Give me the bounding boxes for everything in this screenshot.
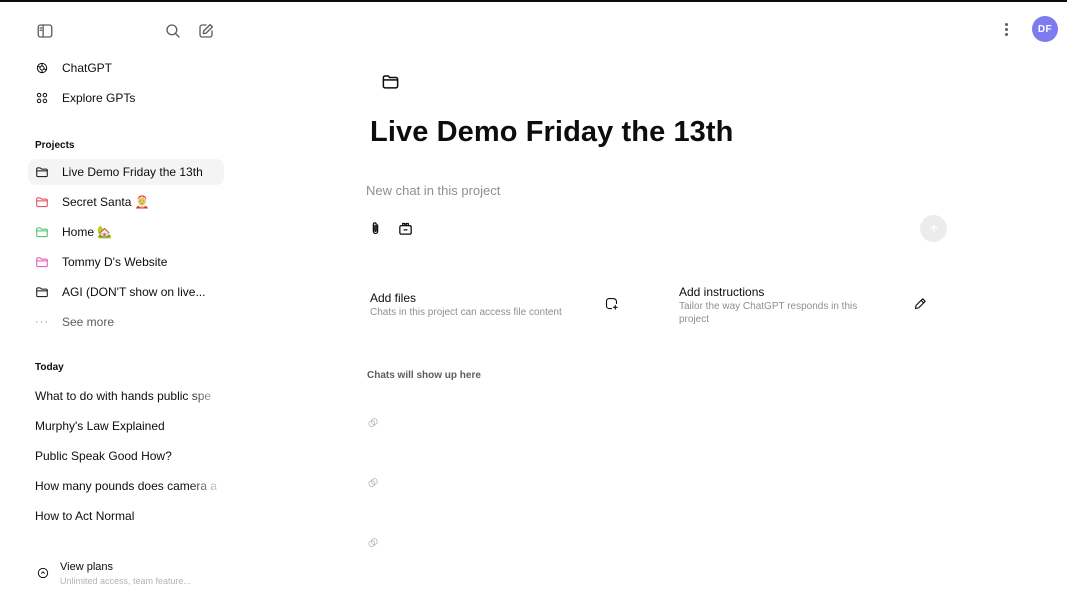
send-button[interactable] [920, 215, 947, 242]
view-plans-button[interactable]: View plans Unlimited access, team featur… [32, 558, 228, 594]
add-file-icon [604, 296, 622, 314]
view-plans-title: View plans [60, 561, 113, 573]
view-plans-subtitle: Unlimited access, team feature... [60, 576, 192, 586]
chat-placeholder-icon [367, 416, 381, 430]
tools-button[interactable] [395, 218, 415, 238]
chat-history-item[interactable]: How many pounds does camera a [28, 473, 224, 499]
user-avatar[interactable]: DF [1032, 16, 1058, 42]
more-options-button[interactable] [998, 19, 1014, 39]
sidebar-item-label: Home 🏡 [62, 225, 113, 239]
new-chat-button[interactable] [194, 19, 218, 43]
sidebar-item-label: ChatGPT [62, 61, 113, 75]
sidebar-toolbar [0, 2, 236, 54]
openai-logo-icon [34, 60, 50, 76]
sidebar-project-home[interactable]: Home 🏡 [28, 219, 224, 245]
folder-icon [34, 164, 50, 180]
sidebar-item-label: Live Demo Friday the 13th [62, 165, 203, 179]
kebab-menu-icon [1004, 27, 1008, 31]
sidebar-item-label: Secret Santa 🤶 [62, 195, 150, 209]
add-files-description: Chats in this project can access file co… [370, 307, 562, 318]
ellipsis-icon: ··· [35, 316, 49, 328]
search-chats-button[interactable] [161, 19, 185, 43]
upgrade-badge-icon [36, 566, 50, 580]
sidebar-item-chatgpt[interactable]: ChatGPT [28, 55, 224, 81]
today-section-label: Today [35, 362, 64, 373]
add-files-card[interactable]: Add files Chats in this project can acce… [370, 280, 630, 336]
sidebar-item-label: Explore GPTs [62, 91, 136, 105]
sidebar: ChatGPT Explore GPTs Projects Live Demo … [0, 2, 236, 606]
add-files-title: Add files [370, 291, 417, 305]
add-instructions-description: Tailor the way ChatGPT responds in this [679, 301, 858, 312]
toggle-sidebar-button[interactable] [33, 19, 57, 43]
compose-icon [199, 23, 214, 38]
arrow-up-icon [929, 224, 938, 233]
chat-history-item[interactable]: Murphy's Law Explained [28, 413, 224, 439]
chat-history-item[interactable]: How to Act Normal [28, 503, 224, 529]
chat-placeholder-icon [367, 536, 381, 550]
search-icon [166, 24, 180, 38]
see-more-label: See more [62, 315, 115, 329]
paperclip-icon [372, 221, 378, 234]
pencil-icon [913, 296, 931, 314]
sidebar-item-explore-gpts[interactable]: Explore GPTs [28, 85, 224, 111]
page-title: Live Demo Friday the 13th [370, 116, 734, 148]
sidebar-project-live-demo[interactable]: Live Demo Friday the 13th [28, 159, 224, 185]
chat-history-item[interactable]: Public Speak Good How? [28, 443, 224, 469]
folder-icon [34, 284, 50, 300]
sidebar-item-label: Tommy D's Website [62, 255, 168, 269]
chat-placeholder-icon [367, 476, 381, 490]
toolbox-icon [398, 222, 412, 235]
projects-section-label: Projects [35, 140, 75, 151]
see-more-projects-button[interactable]: ··· See more [28, 309, 224, 335]
sidebar-project-secret-santa[interactable]: Secret Santa 🤶 [28, 189, 224, 215]
chats-empty-label: Chats will show up here [367, 370, 481, 381]
sidebar-item-label: AGI (DON'T show on live... [62, 285, 206, 299]
folder-icon [34, 254, 50, 270]
folder-icon [34, 224, 50, 240]
add-instructions-card[interactable]: Add instructions Tailor the way ChatGPT … [679, 280, 941, 336]
folder-icon [34, 194, 50, 210]
grid-icon [34, 90, 50, 106]
sidebar-project-tommy-website[interactable]: Tommy D's Website [28, 249, 224, 275]
attach-file-button[interactable] [365, 218, 385, 238]
project-folder-icon [381, 72, 401, 92]
sidebar-panel-icon [37, 24, 53, 38]
chat-history-item[interactable]: What to do with hands public spe [28, 383, 224, 409]
add-instructions-title: Add instructions [679, 285, 765, 299]
add-instructions-description-cont: project [679, 314, 710, 325]
new-chat-input[interactable] [366, 178, 946, 202]
sidebar-project-agi[interactable]: AGI (DON'T show on live... [28, 279, 224, 305]
